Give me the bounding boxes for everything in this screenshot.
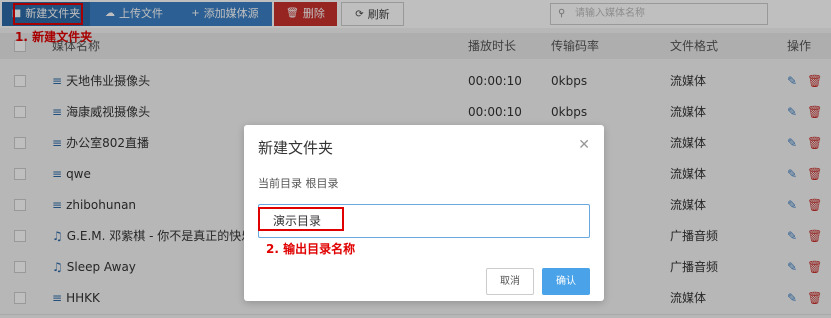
close-icon[interactable]: ✕: [578, 137, 590, 153]
new-folder-dialog: 新建文件夹 ✕ 当前目录 根目录 演示目录 2. 输出目录名称 取消 确认: [244, 125, 604, 301]
dialog-title: 新建文件夹: [258, 139, 334, 157]
confirm-button[interactable]: 确认: [542, 268, 590, 295]
annotation-box-folder-name: [258, 207, 344, 231]
annotation-step-2: 2. 输出目录名称: [266, 242, 356, 256]
cancel-button[interactable]: 取消: [486, 268, 534, 295]
current-directory: 当前目录 根目录: [258, 177, 339, 190]
